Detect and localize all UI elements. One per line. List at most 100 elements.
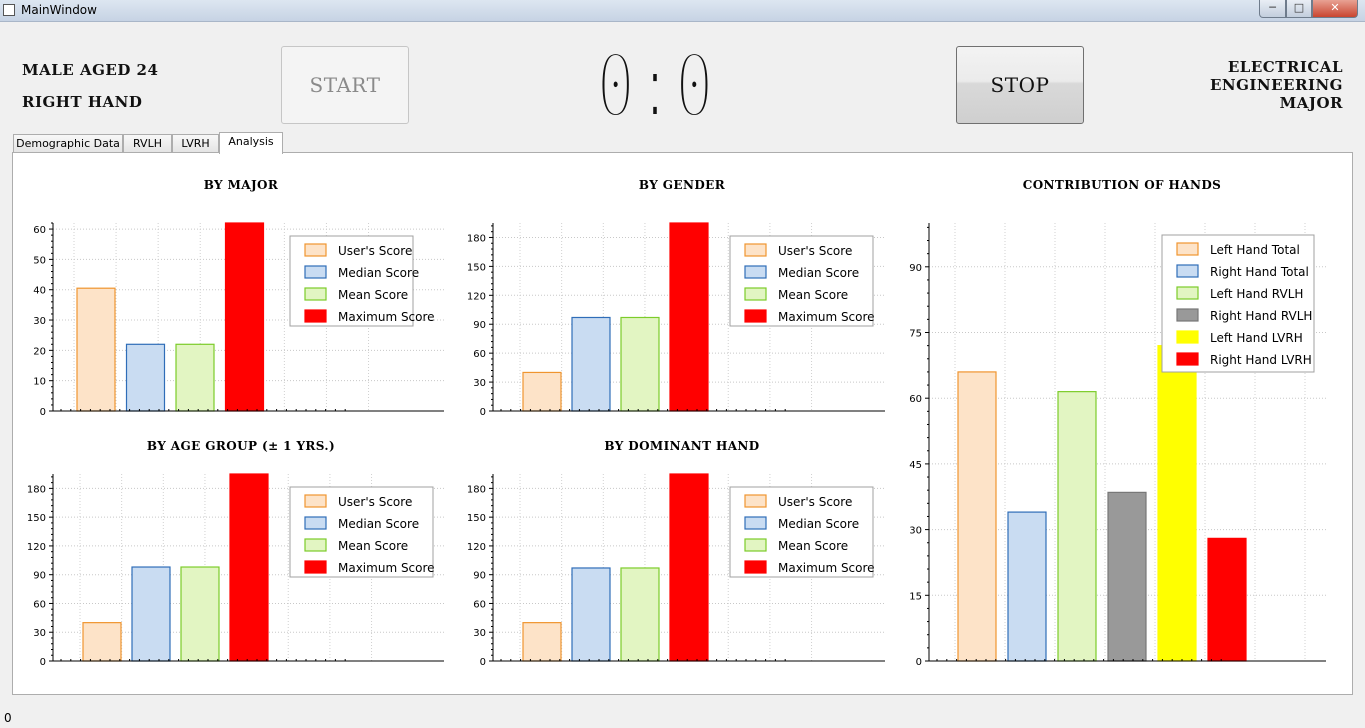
bar-4	[669, 473, 709, 662]
start-button[interactable]: START	[281, 46, 409, 124]
legend-entry: Right Hand Total	[1210, 265, 1309, 279]
y-tick-label: 0	[480, 657, 486, 668]
score-display: 0:0	[593, 40, 717, 130]
bar-4	[669, 222, 709, 412]
legend-entry: Median Score	[778, 266, 859, 280]
y-tick-label: 40	[33, 286, 46, 297]
window-title: MainWindow	[21, 3, 97, 17]
chart-legend: User's Score Median Score Mean Score Maximu…	[729, 235, 875, 327]
legend-entry: Right Hand LVRH	[1210, 353, 1312, 367]
legend-swatch	[1176, 352, 1199, 366]
y-tick-label: 90	[33, 571, 46, 582]
legend-swatch	[744, 287, 767, 301]
bar-1	[522, 371, 562, 412]
legend-entry: Median Score	[338, 266, 419, 280]
stop-button[interactable]: STOP	[956, 46, 1084, 124]
y-tick-label: 75	[909, 329, 922, 340]
tab-demographic-data[interactable]: Demographic Data	[13, 134, 123, 153]
y-tick-label: 0	[40, 657, 46, 668]
legend-swatch	[744, 309, 767, 323]
legend-swatch	[304, 560, 327, 574]
legend-entry: Maximum Score	[778, 310, 875, 324]
y-tick-label: 45	[909, 460, 922, 471]
major-line-1: ELECTRICAL	[1227, 58, 1343, 76]
y-tick-label: 15	[909, 591, 922, 602]
bar-2	[131, 566, 171, 662]
legend-entry: Median Score	[778, 517, 859, 531]
y-tick-label: 90	[909, 263, 922, 274]
y-tick-label: 0	[916, 657, 922, 668]
legend-swatch	[304, 516, 327, 530]
tab-rvlh[interactable]: RVLH	[123, 134, 172, 153]
legend-entry: Maximum Score	[338, 561, 435, 575]
y-tick-label: 30	[909, 526, 922, 537]
charts-canvas: BY MAJOR 0 10 20 30 40 50 60 User's Score Median …	[27, 178, 1326, 668]
y-tick-label: 10	[33, 377, 46, 388]
legend-swatch	[744, 243, 767, 257]
bar-1	[82, 622, 122, 662]
bar-2	[1007, 511, 1047, 662]
y-tick-label: 60	[909, 394, 922, 405]
chart-5: BY DOMINANT HAND 0 30 60 90 120 150 180 User's S…	[467, 439, 885, 668]
chart-title: CONTRIBUTION OF HANDS	[1023, 178, 1221, 192]
legend-entry: Mean Score	[338, 288, 408, 302]
major-line-3: MAJOR	[1279, 94, 1343, 112]
y-tick-label: 60	[473, 599, 486, 610]
legend-swatch	[744, 560, 767, 574]
y-tick-label: 30	[33, 628, 46, 639]
score-text: 0:0	[596, 40, 714, 130]
close-button[interactable]: ✕	[1312, 0, 1358, 18]
minimize-button[interactable]: ─	[1259, 0, 1286, 18]
legend-entry: User's Score	[338, 244, 412, 258]
legend-entry: Right Hand RVLH	[1210, 309, 1312, 323]
bar-2	[125, 343, 166, 412]
legend-entry: Left Hand Total	[1210, 243, 1300, 257]
legend-swatch	[744, 265, 767, 279]
legend-swatch	[1176, 264, 1199, 278]
y-tick-label: 60	[33, 599, 46, 610]
chart-1: BY MAJOR 0 10 20 30 40 50 60 User's Score Median …	[33, 178, 444, 418]
y-tick-label: 180	[467, 233, 486, 244]
bar-5	[1157, 345, 1197, 662]
tab-lvrh[interactable]: LVRH	[172, 134, 219, 153]
y-tick-label: 90	[473, 320, 486, 331]
y-tick-label: 30	[473, 378, 486, 389]
legend-entry: Mean Score	[338, 539, 408, 553]
y-tick-label: 0	[40, 407, 46, 418]
y-tick-label: 150	[467, 513, 486, 524]
legend-swatch	[744, 494, 767, 508]
legend-swatch	[304, 538, 327, 552]
y-tick-label: 150	[27, 513, 46, 524]
bar-6	[1207, 537, 1247, 662]
y-tick-label: 60	[473, 349, 486, 360]
y-tick-label: 120	[27, 542, 46, 553]
chart-title: BY AGE GROUP (± 1 YRS.)	[147, 439, 335, 453]
maximize-button[interactable]: □	[1286, 0, 1312, 18]
legend-swatch	[744, 538, 767, 552]
bar-3	[620, 567, 660, 662]
legend-entry: Mean Score	[778, 288, 848, 302]
legend-swatch	[304, 243, 327, 257]
legend-swatch	[304, 494, 327, 508]
chart-title: BY MAJOR	[204, 178, 279, 192]
tab-analysis[interactable]: Analysis	[219, 132, 283, 154]
y-tick-label: 30	[33, 316, 46, 327]
bar-1	[957, 371, 997, 662]
chart-4: BY AGE GROUP (± 1 YRS.) 0 30 60 90 120 150 180 U…	[27, 439, 444, 668]
bar-4	[224, 222, 265, 412]
y-tick-label: 90	[473, 571, 486, 582]
legend-entry: Left Hand RVLH	[1210, 287, 1303, 301]
bar-1	[76, 287, 116, 412]
y-tick-label: 120	[467, 542, 486, 553]
bar-3	[620, 316, 660, 412]
bar-2	[571, 567, 611, 662]
y-tick-label: 30	[473, 628, 486, 639]
bar-2	[571, 316, 611, 412]
legend-entry: User's Score	[338, 495, 412, 509]
y-tick-label: 150	[467, 262, 486, 273]
chart-title: BY GENDER	[639, 178, 726, 192]
legend-entry: Maximum Score	[778, 561, 875, 575]
legend-swatch	[304, 309, 327, 323]
chart-legend: Left Hand Total Right Hand Total Left Hand…	[1161, 234, 1315, 373]
legend-entry: Left Hand LVRH	[1210, 331, 1303, 345]
